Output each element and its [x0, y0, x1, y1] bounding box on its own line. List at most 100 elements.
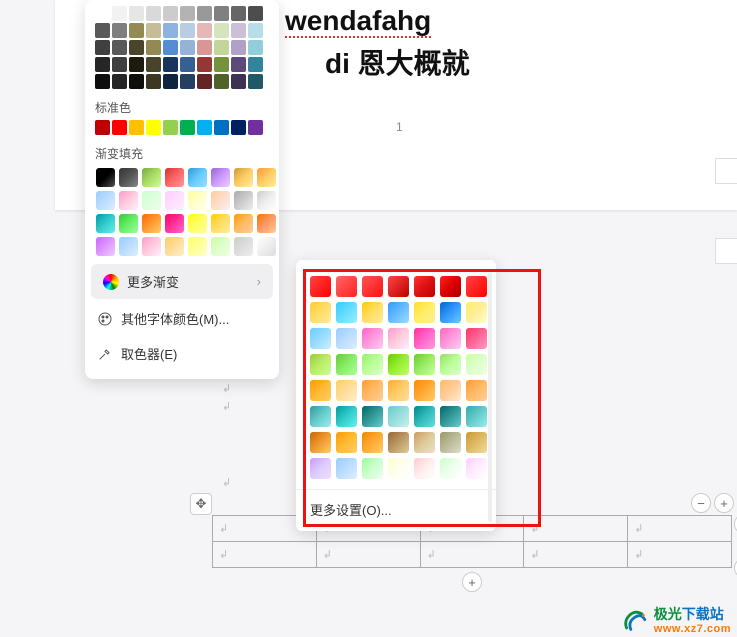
gradient-swatch[interactable]	[440, 432, 461, 453]
gradient-swatch[interactable]	[211, 237, 230, 256]
gradient-swatch[interactable]	[142, 214, 161, 233]
gradient-swatch[interactable]	[466, 380, 487, 401]
remove-column-button[interactable]: −	[691, 493, 711, 513]
scrollbar[interactable]	[488, 272, 492, 522]
gradient-swatch[interactable]	[310, 406, 331, 427]
standard-color-swatch[interactable]	[180, 120, 195, 135]
gradient-swatch[interactable]	[388, 276, 409, 297]
color-swatch[interactable]	[146, 74, 161, 89]
gradient-swatch[interactable]	[362, 302, 383, 323]
color-swatch[interactable]	[95, 74, 110, 89]
gradient-swatch[interactable]	[188, 214, 207, 233]
gradient-swatch[interactable]	[336, 302, 357, 323]
gradient-swatch[interactable]	[362, 380, 383, 401]
gradient-swatch[interactable]	[414, 380, 435, 401]
table-cell[interactable]: ↲	[628, 542, 732, 568]
gradient-swatch[interactable]	[466, 328, 487, 349]
color-swatch[interactable]	[129, 40, 144, 55]
color-swatch[interactable]	[163, 6, 178, 21]
gradient-swatch[interactable]	[211, 214, 230, 233]
gradient-swatch[interactable]	[310, 458, 331, 479]
gradient-swatch[interactable]	[466, 354, 487, 375]
gradient-swatch[interactable]	[440, 406, 461, 427]
gradient-swatch[interactable]	[188, 168, 207, 187]
gradient-swatch[interactable]	[211, 168, 230, 187]
color-swatch[interactable]	[197, 57, 212, 72]
color-swatch[interactable]	[248, 57, 263, 72]
gradient-swatch[interactable]	[336, 328, 357, 349]
gradient-swatch[interactable]	[257, 237, 276, 256]
color-swatch[interactable]	[163, 74, 178, 89]
gradient-swatch[interactable]	[388, 406, 409, 427]
gradient-swatch[interactable]	[362, 458, 383, 479]
table-cell[interactable]: ↲	[213, 542, 317, 568]
gradient-swatch[interactable]	[336, 380, 357, 401]
table-cell[interactable]: ↲	[316, 542, 420, 568]
color-swatch[interactable]	[197, 6, 212, 21]
color-swatch[interactable]	[197, 74, 212, 89]
color-swatch[interactable]	[95, 6, 110, 21]
color-swatch[interactable]	[129, 74, 144, 89]
color-swatch[interactable]	[180, 57, 195, 72]
color-swatch[interactable]	[248, 40, 263, 55]
gradient-swatch[interactable]	[211, 191, 230, 210]
gradient-swatch[interactable]	[310, 354, 331, 375]
color-swatch[interactable]	[214, 74, 229, 89]
gradient-swatch[interactable]	[362, 432, 383, 453]
color-swatch[interactable]	[95, 23, 110, 38]
color-swatch[interactable]	[231, 40, 246, 55]
color-swatch[interactable]	[146, 6, 161, 21]
standard-color-swatch[interactable]	[146, 120, 161, 135]
gradient-swatch[interactable]	[310, 328, 331, 349]
color-swatch[interactable]	[248, 6, 263, 21]
gradient-swatch[interactable]	[142, 191, 161, 210]
gradient-swatch[interactable]	[165, 237, 184, 256]
color-swatch[interactable]	[197, 23, 212, 38]
color-swatch[interactable]	[180, 6, 195, 21]
side-button-1[interactable]	[715, 158, 737, 184]
color-swatch[interactable]	[180, 74, 195, 89]
gradient-swatch[interactable]	[440, 458, 461, 479]
add-row-button[interactable]: +	[462, 572, 482, 592]
standard-color-swatch[interactable]	[163, 120, 178, 135]
gradient-swatch[interactable]	[234, 168, 253, 187]
gradient-swatch[interactable]	[466, 302, 487, 323]
more-font-color-item[interactable]: 其他字体颜色(M)...	[85, 301, 279, 336]
gradient-swatch[interactable]	[440, 380, 461, 401]
color-swatch[interactable]	[214, 57, 229, 72]
gradient-swatch[interactable]	[119, 214, 138, 233]
standard-color-swatch[interactable]	[248, 120, 263, 135]
gradient-swatch[interactable]	[142, 168, 161, 187]
eyedropper-item[interactable]: 取色器(E)	[85, 336, 279, 371]
color-swatch[interactable]	[248, 23, 263, 38]
gradient-swatch[interactable]	[388, 458, 409, 479]
color-swatch[interactable]	[95, 57, 110, 72]
color-swatch[interactable]	[214, 6, 229, 21]
table-cell[interactable]: ↲	[524, 516, 628, 542]
gradient-swatch[interactable]	[310, 302, 331, 323]
color-swatch[interactable]	[180, 23, 195, 38]
gradient-swatch[interactable]	[96, 237, 115, 256]
side-button-2[interactable]	[715, 238, 737, 264]
color-swatch[interactable]	[197, 40, 212, 55]
gradient-swatch[interactable]	[362, 328, 383, 349]
gradient-swatch[interactable]	[336, 406, 357, 427]
gradient-swatch[interactable]	[165, 214, 184, 233]
color-swatch[interactable]	[146, 57, 161, 72]
gradient-swatch[interactable]	[466, 432, 487, 453]
gradient-swatch[interactable]	[165, 191, 184, 210]
gradient-swatch[interactable]	[257, 168, 276, 187]
color-swatch[interactable]	[95, 40, 110, 55]
gradient-swatch[interactable]	[388, 380, 409, 401]
gradient-swatch[interactable]	[188, 237, 207, 256]
color-swatch[interactable]	[146, 40, 161, 55]
gradient-swatch[interactable]	[414, 354, 435, 375]
more-gradient-item[interactable]: 更多渐变 ›	[91, 264, 273, 299]
gradient-swatch[interactable]	[388, 432, 409, 453]
gradient-swatch[interactable]	[96, 191, 115, 210]
gradient-swatch[interactable]	[96, 168, 115, 187]
color-swatch[interactable]	[163, 23, 178, 38]
gradient-swatch[interactable]	[362, 406, 383, 427]
color-swatch[interactable]	[163, 57, 178, 72]
standard-color-swatch[interactable]	[129, 120, 144, 135]
